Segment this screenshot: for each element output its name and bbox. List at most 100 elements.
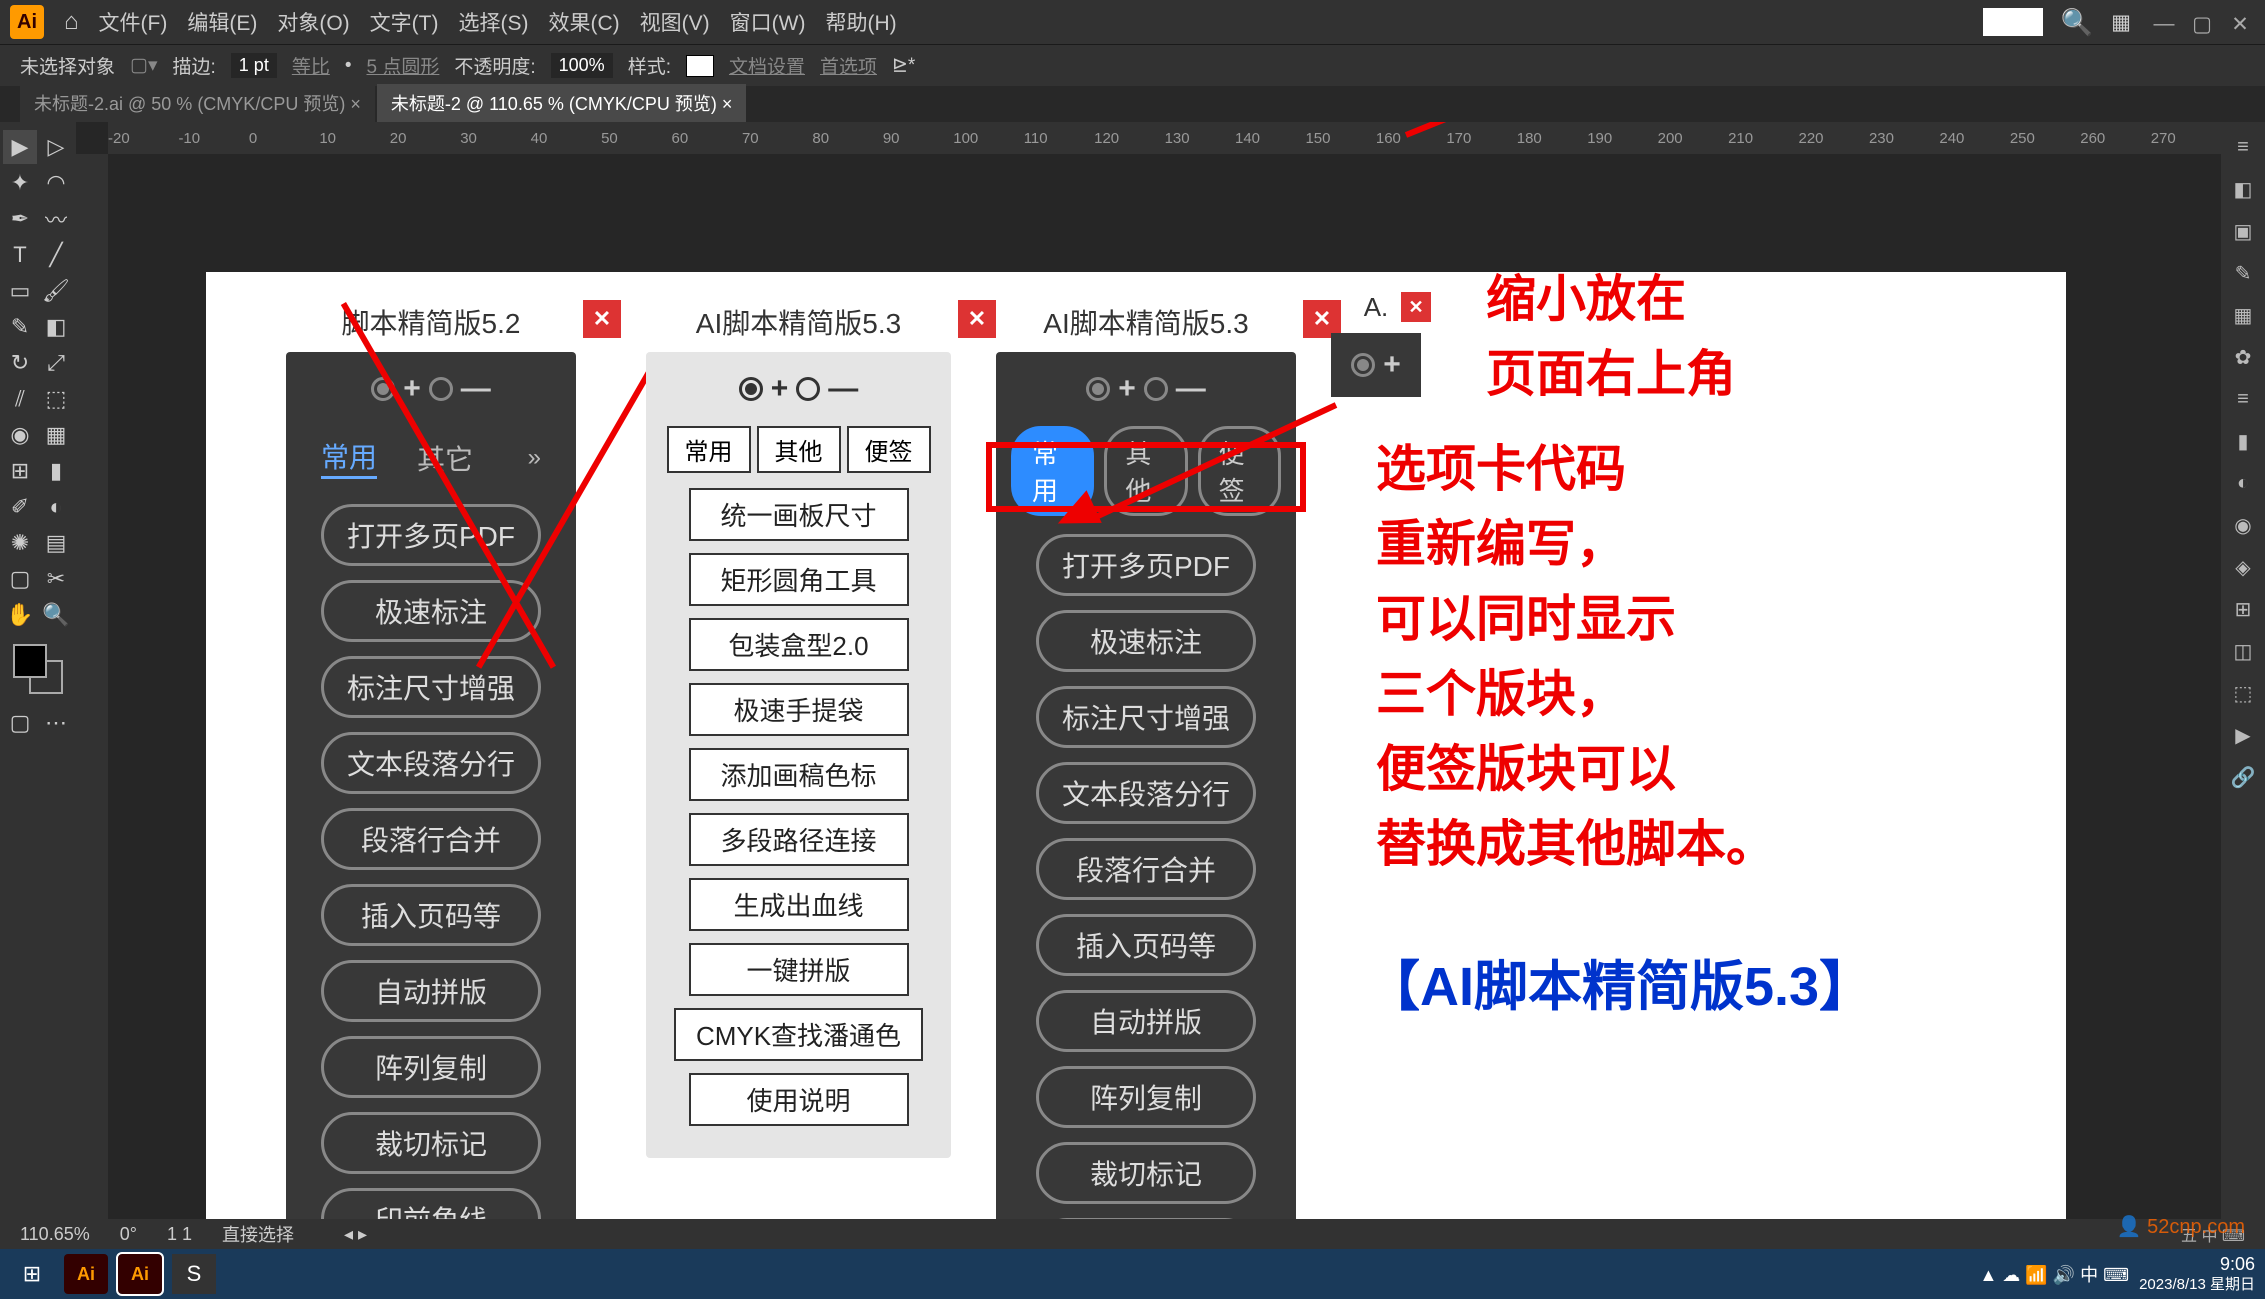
layers-icon[interactable]: ◧: [2226, 172, 2260, 206]
swatches-icon[interactable]: ▦: [2226, 298, 2260, 332]
btn-text-split[interactable]: 文本段落分行: [321, 732, 541, 794]
btn-rect-roundcorner[interactable]: 矩形圆角工具: [689, 553, 909, 606]
arrange-icon[interactable]: ▦: [2111, 10, 2131, 35]
menu-view[interactable]: 视图(V): [640, 7, 710, 37]
selection-tool[interactable]: ▶: [3, 130, 37, 164]
document-tab-2[interactable]: 未标题-2 @ 110.65 % (CMYK/CPU 预览) ×: [377, 84, 747, 122]
btn-package-box[interactable]: 包装盒型2.0: [689, 618, 909, 671]
doc-setup-button[interactable]: 文档设置: [729, 52, 805, 79]
radio-off[interactable]: [796, 377, 820, 401]
btn-dim-enhance[interactable]: 标注尺寸增强: [1036, 686, 1256, 748]
width-tool[interactable]: ⫽: [3, 382, 37, 416]
curvature-tool[interactable]: 〰: [39, 202, 73, 236]
hand-tool[interactable]: ✋: [3, 598, 37, 632]
btn-insert-pagenum[interactable]: 插入页码等: [321, 884, 541, 946]
btn-add-color-swatch[interactable]: 添加画稿色标: [689, 748, 909, 801]
radio-on[interactable]: [1086, 377, 1110, 401]
menu-object[interactable]: 对象(O): [277, 7, 349, 37]
perspective-tool[interactable]: ▦: [39, 418, 73, 452]
mesh-tool[interactable]: ⊞: [3, 454, 37, 488]
slice-tool[interactable]: ✂: [39, 562, 73, 596]
free-transform-tool[interactable]: ⬚: [39, 382, 73, 416]
taskbar-app-3[interactable]: S: [172, 1254, 216, 1294]
fill-stroke-swatch[interactable]: [13, 644, 63, 694]
btn-auto-impose[interactable]: 自动拼版: [321, 960, 541, 1022]
radio-off[interactable]: [1144, 377, 1168, 401]
btn-array-copy[interactable]: 阵列复制: [321, 1036, 541, 1098]
btn-auto-impose[interactable]: 自动拼版: [1036, 990, 1256, 1052]
home-icon[interactable]: ⌂: [64, 8, 79, 36]
btn-array-copy[interactable]: 阵列复制: [1036, 1066, 1256, 1128]
uniform-dropdown[interactable]: 等比: [292, 52, 330, 79]
menu-help[interactable]: 帮助(H): [825, 7, 896, 37]
top-script-dock[interactable]: [1983, 8, 2043, 36]
eyedropper-tool[interactable]: ✐: [3, 490, 37, 524]
graphic-styles-icon[interactable]: ◈: [2226, 550, 2260, 584]
transparency-icon[interactable]: ◐: [2226, 466, 2260, 500]
screen-mode[interactable]: ▢: [3, 706, 37, 740]
stroke-icon[interactable]: ≡: [2226, 382, 2260, 416]
eraser-tool[interactable]: ◧: [39, 310, 73, 344]
magic-wand-tool[interactable]: ✦: [3, 166, 37, 200]
close-button[interactable]: ✕: [2225, 12, 2255, 32]
menu-effect[interactable]: 效果(C): [548, 7, 619, 37]
transform-icon[interactable]: ⬚: [2226, 676, 2260, 710]
style-swatch[interactable]: [686, 55, 714, 77]
actions-icon[interactable]: ▶: [2226, 718, 2260, 752]
scale-tool[interactable]: ⤢: [39, 346, 73, 380]
btn-insert-pagenum[interactable]: 插入页码等: [1036, 914, 1256, 976]
btn-cmyk-pantone[interactable]: CMYK查找潘通色: [674, 1008, 923, 1061]
close-icon[interactable]: ✕: [1401, 292, 1431, 322]
tab-common[interactable]: 常用: [667, 426, 751, 473]
appearance-icon[interactable]: ◉: [2226, 508, 2260, 542]
align-icon[interactable]: ⊵*: [892, 54, 915, 77]
pen-tool[interactable]: ✒: [3, 202, 37, 236]
btn-prepress-corners[interactable]: 印前角线: [1036, 1218, 1256, 1219]
close-icon[interactable]: ✕: [583, 300, 621, 338]
tab-common[interactable]: 常用: [321, 436, 377, 479]
line-tool[interactable]: ╱: [39, 238, 73, 272]
symbols-icon[interactable]: ✿: [2226, 340, 2260, 374]
rotation-angle[interactable]: 0°: [120, 1224, 137, 1245]
btn-crop-marks[interactable]: 裁切标记: [321, 1112, 541, 1174]
pathfinder-icon[interactable]: ◫: [2226, 634, 2260, 668]
properties-icon[interactable]: ≡: [2226, 130, 2260, 164]
shape-builder-tool[interactable]: ◉: [3, 418, 37, 452]
lasso-tool[interactable]: ◠: [39, 166, 73, 200]
btn-prepress-corners[interactable]: 印前角线: [321, 1188, 541, 1219]
artboard-tool[interactable]: ▢: [3, 562, 37, 596]
btn-para-merge[interactable]: 段落行合并: [1036, 838, 1256, 900]
btn-multi-path-join[interactable]: 多段路径连接: [689, 813, 909, 866]
radio-off[interactable]: [429, 377, 453, 401]
zoom-tool[interactable]: 🔍: [39, 598, 73, 632]
shaper-tool[interactable]: ✎: [3, 310, 37, 344]
minimize-button[interactable]: —: [2149, 12, 2179, 32]
maximize-button[interactable]: ▢: [2187, 12, 2217, 32]
graph-tool[interactable]: ▤: [39, 526, 73, 560]
radio-on[interactable]: [739, 377, 763, 401]
gradient-icon[interactable]: ▮: [2226, 424, 2260, 458]
stroke-value[interactable]: 1 pt: [231, 53, 277, 78]
artboard-nav[interactable]: 1 1: [167, 1224, 192, 1245]
symbol-sprayer-tool[interactable]: ✺: [3, 526, 37, 560]
rectangle-tool[interactable]: ▭: [3, 274, 37, 308]
tab-other[interactable]: 其他: [757, 426, 841, 473]
menu-file[interactable]: 文件(F): [99, 7, 168, 37]
menu-type[interactable]: 文字(T): [370, 7, 439, 37]
links-icon[interactable]: 🔗: [2226, 760, 2260, 794]
menu-edit[interactable]: 编辑(E): [187, 7, 257, 37]
taskbar-ai-2[interactable]: Ai: [118, 1254, 162, 1294]
tray-icons[interactable]: ▲ ☁ 📶 🔊 中 ⌨: [1979, 1261, 2129, 1287]
chevron-right-icon[interactable]: »: [528, 444, 541, 472]
gradient-tool[interactable]: ▮: [39, 454, 73, 488]
libraries-icon[interactable]: ▣: [2226, 214, 2260, 248]
btn-unify-artboard[interactable]: 统一画板尺寸: [689, 488, 909, 541]
btn-text-split[interactable]: 文本段落分行: [1036, 762, 1256, 824]
taskbar-ai-1[interactable]: Ai: [64, 1254, 108, 1294]
btn-crop-marks[interactable]: 裁切标记: [1036, 1142, 1256, 1204]
btn-usage[interactable]: 使用说明: [689, 1073, 909, 1126]
tab-notes[interactable]: 便签: [847, 426, 931, 473]
edit-toolbar[interactable]: ⋯: [39, 706, 73, 740]
radio-on[interactable]: [1351, 353, 1375, 377]
paintbrush-tool[interactable]: 🖌: [39, 274, 73, 308]
